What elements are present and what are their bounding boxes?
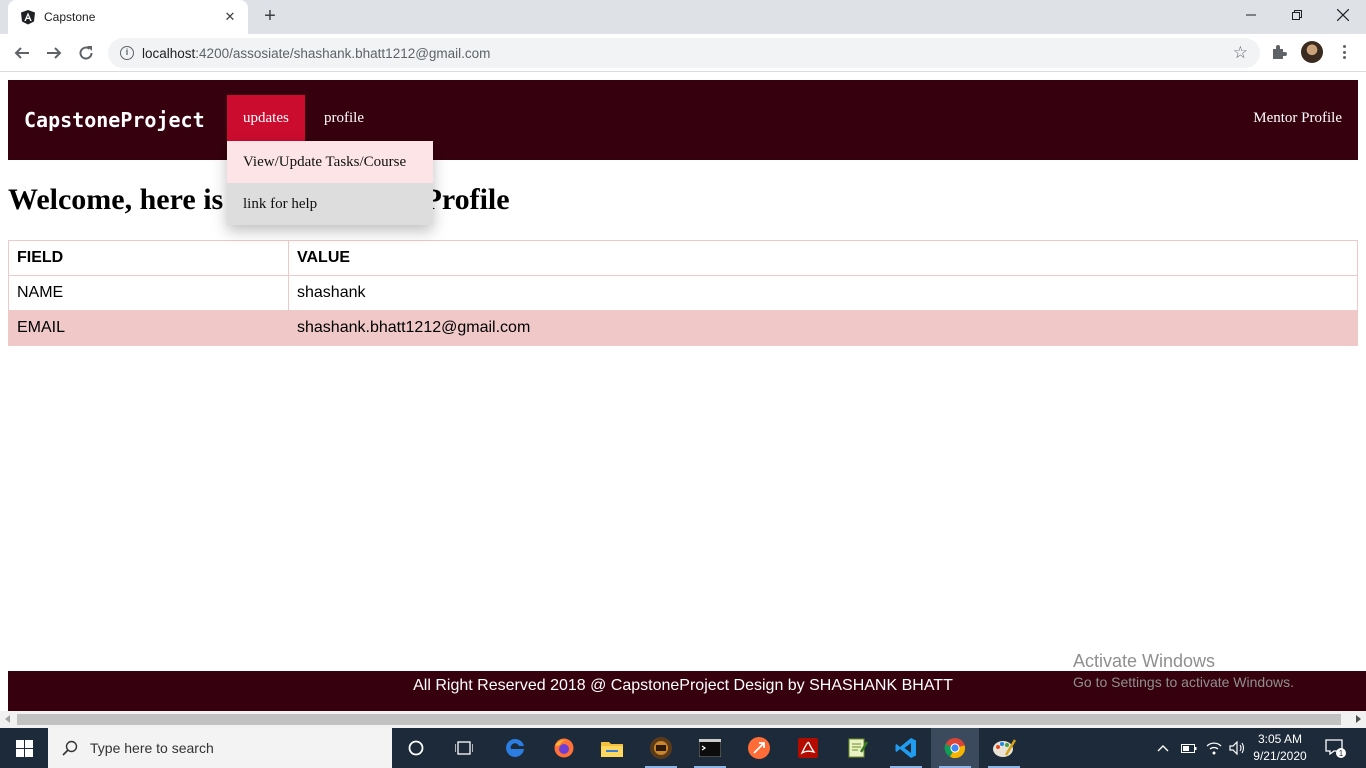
vscode-icon[interactable] xyxy=(882,728,930,768)
windows-start-icon[interactable] xyxy=(0,728,48,768)
scroll-right-icon[interactable] xyxy=(1356,715,1361,723)
url-path: :4200/assosiate/shashank.bhatt1212@gmail… xyxy=(195,45,491,61)
search-icon xyxy=(62,740,78,756)
bookmark-star-icon[interactable]: ☆ xyxy=(1233,44,1248,61)
windows-taskbar: Type here to search 3:05 AM 9/21/2020 1 xyxy=(0,728,1366,768)
menu-kebab-icon[interactable] xyxy=(1338,43,1350,61)
game-app-icon[interactable] xyxy=(637,728,685,768)
nav-updates[interactable]: updates xyxy=(227,95,305,141)
volume-icon[interactable] xyxy=(1229,728,1245,768)
acrobat-pdf-icon[interactable] xyxy=(784,728,832,768)
address-bar[interactable]: i localhost:4200/assosiate/shashank.bhat… xyxy=(108,38,1260,68)
watermark-subtitle: Go to Settings to activate Windows. xyxy=(1073,674,1294,690)
notepad-plus-plus-icon[interactable] xyxy=(833,728,881,768)
extensions-puzzle-icon[interactable] xyxy=(1270,43,1288,61)
clock-time: 3:05 AM xyxy=(1257,732,1303,746)
firefox-icon[interactable] xyxy=(540,728,588,768)
horizontal-scrollbar[interactable] xyxy=(0,711,1366,728)
file-explorer-icon[interactable] xyxy=(588,728,636,768)
taskbar-search-box[interactable]: Type here to search xyxy=(48,728,392,768)
url-host: localhost xyxy=(142,45,196,61)
tab-title: Capstone xyxy=(44,10,96,24)
watermark-title: Activate Windows xyxy=(1073,651,1216,671)
dropdown-item-help-link[interactable]: link for help xyxy=(227,183,433,225)
clock-date: 9/21/2020 xyxy=(1253,749,1307,763)
chrome-icon[interactable] xyxy=(931,728,979,768)
angular-icon xyxy=(21,10,35,25)
app-navbar: CapstoneProject updates profile Mentor P… xyxy=(8,80,1358,160)
battery-icon[interactable] xyxy=(1181,728,1197,768)
table-row: NAME shashank xyxy=(8,275,1358,311)
show-hidden-icons[interactable] xyxy=(1157,728,1169,768)
table-header-row: FIELD VALUE xyxy=(8,240,1358,276)
nav-profile[interactable]: profile xyxy=(308,95,380,141)
postman-icon[interactable] xyxy=(735,728,783,768)
edge-browser-icon[interactable] xyxy=(491,728,539,768)
terminal-icon[interactable] xyxy=(686,728,734,768)
browser-toolbar: i localhost:4200/assosiate/shashank.bhat… xyxy=(0,34,1366,72)
cortana-icon[interactable] xyxy=(392,728,440,768)
page-content: CapstoneProject updates profile Mentor P… xyxy=(0,73,1366,711)
nav-mentor-profile[interactable]: Mentor Profile xyxy=(1237,95,1358,141)
minimize-icon[interactable] xyxy=(1228,0,1274,30)
close-tab-icon[interactable]: ✕ xyxy=(222,9,238,25)
notification-count: 1 xyxy=(1339,749,1344,758)
dropdown-item-view-update-tasks[interactable]: View/Update Tasks/Course xyxy=(227,141,433,183)
table-cell-field: EMAIL xyxy=(8,310,289,346)
activate-windows-watermark: Activate Windows Go to Settings to activ… xyxy=(1073,651,1294,690)
reload-icon[interactable] xyxy=(74,41,98,65)
table-cell-field: NAME xyxy=(8,275,289,311)
taskbar-clock[interactable]: 3:05 AM 9/21/2020 xyxy=(1247,731,1313,765)
scrollbar-thumb[interactable] xyxy=(17,714,1341,725)
paint-icon[interactable] xyxy=(980,728,1028,768)
profile-table: FIELD VALUE NAME shashank EMAIL shashank… xyxy=(8,240,1358,346)
forward-arrow-icon[interactable] xyxy=(42,41,66,65)
table-cell-value: shashank xyxy=(288,275,1358,311)
back-arrow-icon[interactable] xyxy=(10,41,34,65)
action-center-icon[interactable]: 1 xyxy=(1324,728,1346,768)
browser-tabstrip: Capstone ✕ + xyxy=(0,0,1366,34)
table-cell-value: shashank.bhatt1212@gmail.com xyxy=(288,310,1358,346)
new-tab-icon[interactable]: + xyxy=(258,5,282,29)
column-header-field: FIELD xyxy=(8,240,289,276)
profile-avatar[interactable] xyxy=(1301,41,1323,63)
updates-dropdown-menu: View/Update Tasks/Course link for help xyxy=(227,141,433,225)
info-icon[interactable]: i xyxy=(120,46,134,60)
wifi-icon[interactable] xyxy=(1206,728,1222,768)
task-view-icon[interactable] xyxy=(440,728,488,768)
close-window-icon[interactable] xyxy=(1320,0,1366,30)
restore-icon[interactable] xyxy=(1274,0,1320,30)
browser-tab[interactable]: Capstone ✕ xyxy=(8,0,248,34)
brand-logo[interactable]: CapstoneProject xyxy=(24,108,205,132)
table-row: EMAIL shashank.bhatt1212@gmail.com xyxy=(8,310,1358,346)
search-placeholder: Type here to search xyxy=(90,740,214,756)
scroll-left-icon[interactable] xyxy=(5,715,10,723)
column-header-value: VALUE xyxy=(288,240,1358,276)
